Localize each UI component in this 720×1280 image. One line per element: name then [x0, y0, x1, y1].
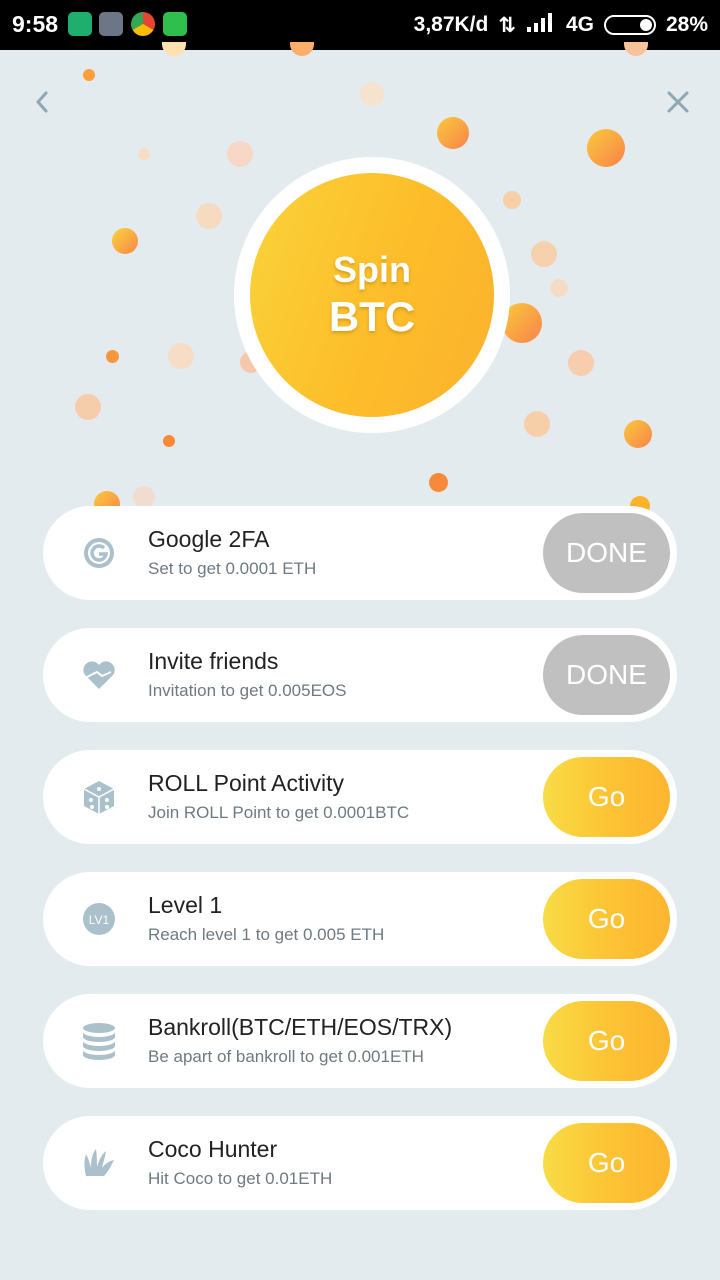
android-app-icon: [163, 12, 187, 36]
bubble: [524, 411, 550, 437]
task-title: ROLL Point Activity: [148, 770, 345, 796]
spin-btc-button[interactable]: Spin BTC: [234, 157, 510, 433]
task-card-bankroll: Bankroll(BTC/ETH/EOS/TRX) Be apart of ba…: [43, 994, 677, 1088]
bubble: [437, 117, 469, 149]
task-subtitle: Be apart of bankroll to get 0.001ETH: [148, 1047, 424, 1066]
task-subtitle: Invitation to get 0.005EOS: [148, 681, 347, 700]
bubble: [503, 191, 521, 209]
spin-label: Spin: [333, 249, 411, 290]
bubble: [624, 42, 648, 56]
bubble: [290, 42, 314, 56]
close-button[interactable]: [660, 84, 696, 120]
battery-percent: 28%: [665, 13, 708, 36]
bubble: [75, 394, 101, 420]
bubble: [106, 350, 119, 363]
task-subtitle: Join ROLL Point to get 0.0001BTC: [148, 803, 410, 822]
bubble: [163, 435, 175, 447]
coin-stack-icon: [81, 1023, 117, 1060]
battery-icon: [603, 15, 656, 35]
task-title: Level 1: [148, 892, 223, 918]
chevron-left-icon: [35, 91, 48, 113]
status-time: 9:58: [12, 11, 59, 37]
bubble: [360, 82, 384, 106]
bubble: [196, 203, 222, 229]
signal-icon: [526, 12, 556, 38]
network-type: 4G: [565, 13, 594, 36]
done-button[interactable]: DONE: [543, 635, 670, 715]
task-title: Invite friends: [148, 648, 279, 674]
shield-app-icon: [68, 12, 92, 36]
task-title: Google 2FA: [148, 526, 270, 552]
task-card-invite-friends: Invite friends Invitation to get 0.005EO…: [43, 628, 677, 722]
bubble: [624, 420, 652, 448]
close-icon: [667, 91, 689, 113]
chrome-icon: [131, 12, 155, 36]
bubble: [168, 343, 194, 369]
bubble: [133, 486, 155, 508]
network-speed: 3,87K/d: [413, 13, 489, 36]
bubble: [550, 279, 568, 297]
back-button[interactable]: [24, 84, 60, 120]
data-transfer-icon: ⇅: [498, 13, 516, 37]
bubble: [162, 42, 186, 56]
task-card-roll-point: ROLL Point Activity Join ROLL Point to g…: [43, 750, 677, 844]
bubble: [83, 69, 95, 81]
go-button[interactable]: Go: [543, 1123, 670, 1203]
bubble: [429, 473, 448, 492]
task-subtitle: Reach level 1 to get 0.005 ETH: [148, 925, 385, 944]
bubble: [587, 129, 625, 167]
task-card-coco-hunter: Coco Hunter Hit Coco to get 0.01ETH Go: [43, 1116, 677, 1210]
bubble: [568, 350, 594, 376]
bubble: [112, 228, 138, 254]
go-button[interactable]: Go: [543, 757, 670, 837]
spin-currency-label: BTC: [328, 293, 416, 340]
task-subtitle: Set to get 0.0001 ETH: [148, 559, 317, 578]
status-bar: 9:58 3,87K/d ⇅ 4G 28%: [0, 0, 720, 50]
heart-icon: [81, 657, 117, 693]
spin-btc-face: Spin BTC: [250, 173, 494, 417]
go-button[interactable]: Go: [543, 879, 670, 959]
task-card-google-2fa: Google 2FA Set to get 0.0001 ETH DONE: [43, 506, 677, 600]
claw-icon: [81, 1145, 117, 1181]
google-2fa-icon: [81, 535, 117, 571]
task-title: Bankroll(BTC/ETH/EOS/TRX): [148, 1014, 453, 1040]
dice-icon: [81, 779, 117, 815]
level-badge-icon: LV1: [81, 901, 117, 937]
done-button[interactable]: DONE: [543, 513, 670, 593]
bubble: [227, 141, 253, 167]
go-button[interactable]: Go: [543, 1001, 670, 1081]
task-card-level-1: LV1 Level 1 Reach level 1 to get 0.005 E…: [43, 872, 677, 966]
bubble: [531, 241, 557, 267]
level-badge-text: LV1: [89, 913, 110, 927]
bubble: [138, 148, 150, 160]
task-subtitle: Hit Coco to get 0.01ETH: [148, 1169, 333, 1188]
app-notification-icon: [99, 12, 123, 36]
task-title: Coco Hunter: [148, 1136, 278, 1162]
